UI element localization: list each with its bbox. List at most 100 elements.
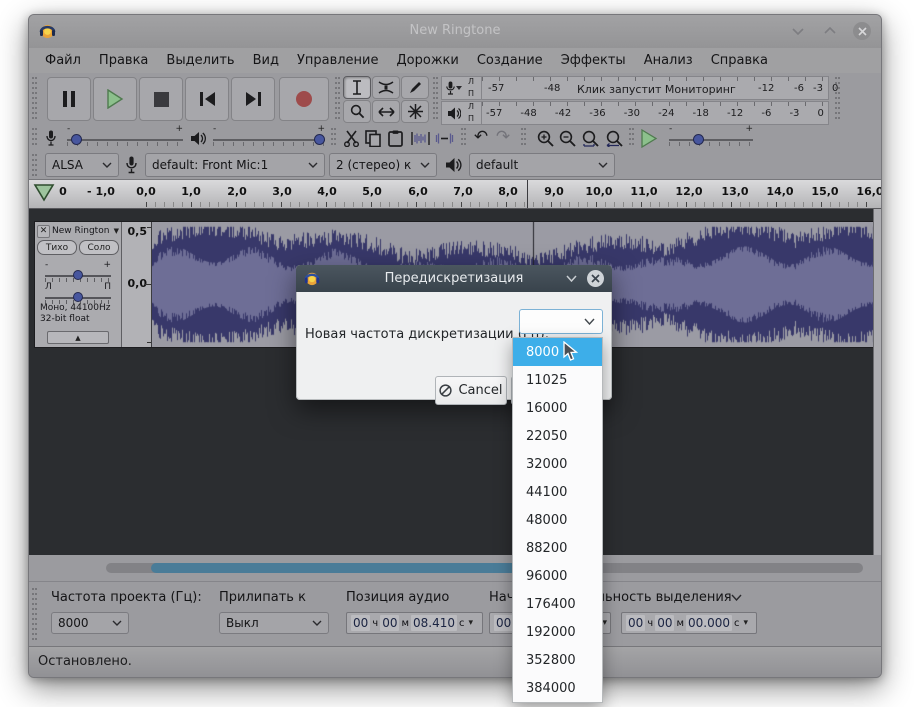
skip-to-start-button[interactable] (185, 77, 229, 121)
rate-option[interactable]: 192000 (513, 618, 602, 646)
rate-option[interactable]: 352800 (513, 646, 602, 674)
draw-tool-button[interactable] (401, 76, 429, 99)
rate-option[interactable]: 8000 (513, 338, 602, 366)
silence-audio-button[interactable] (433, 128, 455, 148)
record-button[interactable] (279, 77, 329, 121)
slider-thumb[interactable] (314, 134, 325, 145)
zoom-in-button[interactable] (535, 128, 555, 148)
playback-device-select[interactable]: default (469, 153, 615, 177)
track-collapse-button[interactable]: ▲ (47, 331, 109, 344)
menu-view[interactable]: Вид (244, 50, 288, 71)
rate-option[interactable]: 88200 (513, 534, 602, 562)
skip-to-end-button[interactable] (231, 77, 275, 121)
gain-slider[interactable]: - + (43, 268, 113, 284)
vertical-scale-ruler[interactable]: 0,5 0,0 (122, 222, 152, 347)
new-rate-combobox[interactable] (519, 309, 603, 334)
toolbar-grip[interactable] (331, 128, 336, 148)
track-menu-icon[interactable]: ▼ (114, 227, 119, 235)
chevron-down-icon[interactable] (729, 591, 743, 603)
playback-volume-slider[interactable]: - + (213, 133, 325, 147)
time-digits[interactable]: 00 (351, 615, 370, 631)
scrollbar-thumb[interactable] (151, 563, 561, 573)
rate-option[interactable]: 384000 (513, 674, 602, 702)
time-digits[interactable]: 08.410 (411, 615, 457, 631)
slider-thumb[interactable] (73, 270, 83, 280)
envelope-tool-button[interactable] (372, 76, 400, 99)
toolbar-grip[interactable] (335, 77, 340, 121)
playback-speed-slider[interactable]: - + (669, 133, 753, 147)
recording-channels-select[interactable]: 2 (стерео) к (329, 153, 437, 177)
rate-option[interactable]: 16000 (513, 394, 602, 422)
slider-thumb[interactable] (693, 134, 704, 145)
time-digits[interactable]: 00 (655, 615, 674, 631)
field-menu-icon[interactable]: ▾ (744, 618, 749, 628)
rate-option[interactable]: 48000 (513, 506, 602, 534)
cut-button[interactable] (341, 128, 361, 148)
play-at-speed-button[interactable] (637, 127, 661, 149)
menu-effects[interactable]: Эффекты (552, 50, 635, 71)
slider-thumb[interactable] (73, 292, 83, 302)
menu-generate[interactable]: Создание (468, 50, 552, 71)
time-shift-tool-button[interactable] (372, 100, 400, 123)
time-digits[interactable]: 00 (626, 615, 645, 631)
field-menu-icon[interactable]: ▾ (469, 618, 474, 628)
dialog-close-button[interactable] (587, 270, 604, 287)
dialog-minimize-button[interactable] (566, 275, 577, 282)
close-button[interactable] (853, 22, 871, 40)
mute-button[interactable]: Тихо (37, 240, 77, 255)
menu-tracks[interactable]: Дорожки (388, 50, 468, 71)
toolbar-grip[interactable] (32, 154, 37, 176)
toolbar-grip[interactable] (433, 77, 438, 121)
trim-audio-button[interactable] (409, 128, 431, 148)
time-digits[interactable]: 00.000 (686, 615, 732, 631)
toolbar-grip[interactable] (32, 77, 37, 121)
recording-meter[interactable]: Л П -57 -48 Клик запустит Мониторинг -12… (441, 76, 829, 100)
toolbar-grip[interactable] (32, 588, 37, 640)
toolbar-grip[interactable] (629, 128, 634, 148)
zoom-fit-button[interactable] (603, 128, 625, 148)
redo-button[interactable]: ↷ (493, 127, 513, 147)
time-digits[interactable]: 00 (494, 615, 513, 631)
solo-button[interactable]: Соло (79, 240, 119, 255)
timeline-ruler[interactable]: 0 - 1,0 0,0 1,0 2,0 3,0 4,0 5,0 6,0 7,0 … (29, 179, 881, 209)
dialog-titlebar[interactable]: Передискретизация (296, 265, 612, 292)
menu-file[interactable]: Файл (36, 50, 90, 71)
rate-option[interactable]: 22050 (513, 422, 602, 450)
rate-option[interactable]: 44100 (513, 478, 602, 506)
toolbar-grip[interactable] (32, 128, 37, 148)
play-button[interactable] (93, 77, 137, 121)
minimize-button[interactable] (789, 22, 807, 40)
zoom-out-button[interactable] (557, 128, 577, 148)
rate-option[interactable]: 176400 (513, 590, 602, 618)
audio-position-field[interactable]: 00 ч 00 м 08.410 с ▾ (346, 612, 483, 634)
copy-button[interactable] (363, 128, 383, 148)
rate-option[interactable]: 11025 (513, 366, 602, 394)
maximize-button[interactable] (821, 22, 839, 40)
paste-button[interactable] (385, 128, 405, 148)
cancel-button[interactable]: Cancel (435, 376, 507, 405)
multi-tool-button[interactable] (401, 100, 429, 123)
recording-volume-slider[interactable]: - + (67, 133, 183, 147)
titlebar[interactable]: New Ringtone (29, 15, 881, 48)
stop-button[interactable] (139, 77, 183, 121)
menu-transport[interactable]: Управление (288, 50, 388, 71)
zoom-tool-button[interactable] (343, 100, 371, 123)
rate-option[interactable]: 96000 (513, 562, 602, 590)
menu-analyze[interactable]: Анализ (635, 50, 702, 71)
track-close-button[interactable]: ✕ (37, 225, 50, 238)
zoom-to-selection-button[interactable] (579, 128, 601, 148)
audio-host-select[interactable]: ALSA (45, 153, 119, 177)
project-rate-select[interactable]: 8000 (51, 612, 129, 634)
track-name[interactable]: New Rington (52, 226, 112, 236)
playback-meter[interactable]: Л П -57 -48 -42 -36 -30 -24 -18 -12 -6 -… (441, 101, 829, 125)
recording-device-select[interactable]: default: Front Mic:1 (145, 153, 325, 177)
pause-button[interactable] (47, 77, 91, 121)
time-digits[interactable]: 00 (380, 615, 399, 631)
pinned-playhead-toggle[interactable] (33, 183, 55, 202)
selection-tool-button[interactable] (343, 76, 371, 99)
toolbar-grip[interactable] (461, 128, 466, 148)
rate-option[interactable]: 32000 (513, 450, 602, 478)
toolbar-grip[interactable] (521, 128, 526, 148)
slider-thumb[interactable] (71, 134, 82, 145)
vertical-scrollbar[interactable] (873, 209, 881, 555)
